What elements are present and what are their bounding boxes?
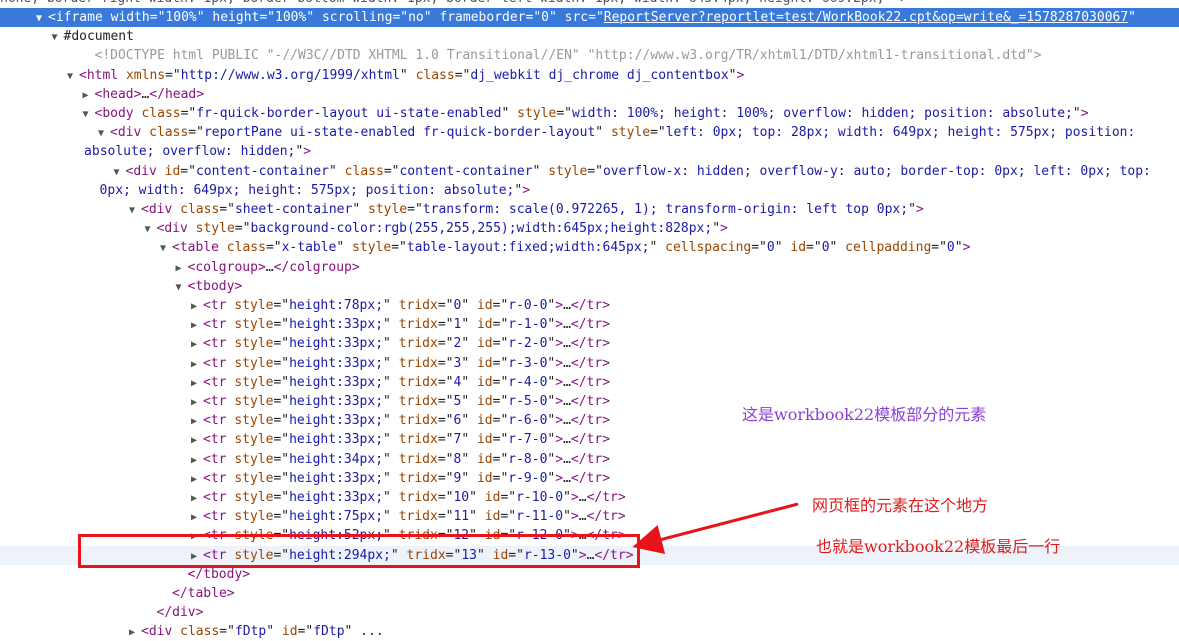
dom-node-line[interactable]: ▶ <tr style="height:33px;" tridx="9" id="… <box>0 469 1179 488</box>
dom-node-markup: <div class="fDtp" id="fDtp" ... <box>141 624 384 640</box>
dom-node-markup: <iframe width="100%" height="100%" scrol… <box>48 10 1136 25</box>
collapse-triangle-icon[interactable]: ▶ <box>191 374 203 392</box>
collapse-triangle-icon[interactable]: ▶ <box>191 412 203 430</box>
top-clipped-line: none; border-right-width: 1px; border-bo… <box>0 0 1179 8</box>
dom-node-markup: <div id="content-container" class="conte… <box>125 163 1151 179</box>
dom-node-markup: </div> <box>156 605 204 621</box>
annotation-last-row: 也就是workbook22模板最后一行 <box>816 537 1061 556</box>
dom-node-line[interactable]: ▼ <div style="background-color:rgb(255,25… <box>0 219 1179 238</box>
annotation-workbook-elements: 这是workbook22模板部分的元素 <box>742 405 987 424</box>
highlight-box-last-row <box>78 534 640 568</box>
dom-node-line[interactable]: </div> <box>0 603 1179 622</box>
dom-node-markup: <tr style="height:33px;" tridx="2" id="r… <box>203 336 611 352</box>
dom-node-markup: <tr style="height:34px;" tridx="8" id="r… <box>203 451 611 467</box>
dom-node-markup: <tr style="height:33px;" tridx="4" id="r… <box>203 374 611 390</box>
dom-node-markup: <tr style="height:75px;" tridx="11" id="… <box>203 509 626 525</box>
dom-node-markup: #document <box>63 29 134 45</box>
dom-node-line[interactable]: ▶ <tr style="height:33px;" tridx="7" id="… <box>0 430 1179 449</box>
dom-node-line[interactable]: ▶ <tr style="height:33px;" tridx="1" id="… <box>0 315 1179 334</box>
expand-triangle-icon[interactable]: ▼ <box>52 28 64 46</box>
dom-node-markup: <head>…</head> <box>94 86 205 102</box>
dom-node-line[interactable]: ▼ <div id="content-container" class="cont… <box>0 162 1179 181</box>
dom-node-line[interactable]: ▼ #document <box>0 27 1179 46</box>
dom-node-line[interactable]: ▶ <tr style="height:75px;" tridx="11" id=… <box>0 507 1179 526</box>
dom-node-markup: <tr style="height:33px;" tridx="9" id="r… <box>203 470 611 486</box>
collapse-triangle-icon[interactable]: ▶ <box>191 335 203 353</box>
dom-node-line[interactable]: 0px; width: 649px; height: 575px; positi… <box>0 181 1179 200</box>
expand-triangle-icon[interactable]: ▼ <box>114 163 126 181</box>
dom-node-markup: <tr style="height:33px;" tridx="1" id="r… <box>203 317 611 333</box>
dom-node-line[interactable]: </table> <box>0 584 1179 603</box>
dom-node-line[interactable]: ▼ <table class="x-table" style="table-lay… <box>0 238 1179 257</box>
dom-node-markup: </table> <box>172 586 235 601</box>
expand-triangle-icon[interactable]: ▼ <box>83 105 95 123</box>
dom-node-markup: <div style="background-color:rgb(255,255… <box>156 221 728 237</box>
collapse-triangle-icon[interactable]: ▶ <box>191 508 203 526</box>
dom-node-markup: 0px; width: 649px; height: 575px; positi… <box>99 182 531 198</box>
dom-node-markup: <html xmlns="http://www.w3.org/1999/xhtm… <box>79 67 745 83</box>
expand-triangle-icon[interactable]: ▼ <box>145 220 157 238</box>
collapse-triangle-icon[interactable]: ▶ <box>191 431 203 449</box>
dom-node-markup: <tr style="height:33px;" tridx="7" id="r… <box>203 432 611 448</box>
dom-node-line[interactable]: ▼ <body class="fr-quick-border-layout ui-… <box>0 104 1179 123</box>
dom-node-markup: <tr style="height:33px;" tridx="5" id="r… <box>203 394 611 409</box>
dom-node-markup: <body class="fr-quick-border-layout ui-s… <box>94 106 1089 121</box>
dom-node-line[interactable]: ▶ <div class="fDtp" id="fDtp" ... <box>0 622 1179 641</box>
dom-node-line[interactable]: ▼ <html xmlns="http://www.w3.org/1999/xht… <box>0 66 1179 85</box>
expand-triangle-icon[interactable]: ▼ <box>98 124 110 142</box>
expand-triangle-icon[interactable]: ▼ <box>176 278 188 296</box>
dom-node-markup: absolute; overflow: hidden;"> <box>84 144 312 160</box>
dom-node-markup: <div class="sheet-container" style="tran… <box>141 202 924 217</box>
collapse-triangle-icon[interactable]: ▶ <box>191 316 203 334</box>
dom-node-line[interactable]: ▶ <tr style="height:78px;" tridx="0" id="… <box>0 296 1179 315</box>
dom-node-line[interactable]: ▼ <div class="reportPane ui-state-enabled… <box>0 123 1179 142</box>
collapse-triangle-icon[interactable]: ▶ <box>191 489 203 507</box>
dom-node-line[interactable]: ▼ <div class="sheet-container" style="tra… <box>0 200 1179 219</box>
dom-node-markup: <div class="reportPane ui-state-enabled … <box>110 125 1136 141</box>
dom-node-line[interactable]: absolute; overflow: hidden;"> <box>0 142 1179 161</box>
dom-node-line[interactable]: ▶ <tr style="height:33px;" tridx="10" id=… <box>0 488 1179 507</box>
dom-node-markup: </tbody> <box>187 566 251 582</box>
expand-triangle-icon[interactable]: ▼ <box>67 67 79 85</box>
expand-triangle-icon[interactable]: ▼ <box>160 239 172 257</box>
dom-node-line[interactable]: <!DOCTYPE html PUBLIC "-//W3C//DTD XHTML… <box>0 46 1179 65</box>
dom-node-line[interactable]: ▶ <tr style="height:33px;" tridx="5" id="… <box>0 392 1179 411</box>
dom-node-line[interactable]: ▶ <tr style="height:33px;" tridx="4" id="… <box>0 373 1179 392</box>
collapse-triangle-icon[interactable]: ▶ <box>83 86 95 104</box>
dom-node-line[interactable]: ▶ <colgroup>…</colgroup> <box>0 258 1179 277</box>
collapse-triangle-icon[interactable]: ▶ <box>191 451 203 469</box>
red-arrow-icon <box>632 502 799 554</box>
dom-node-line[interactable]: ▶ <tr style="height:34px;" tridx="8" id="… <box>0 450 1179 469</box>
expand-triangle-icon[interactable]: ▼ <box>36 9 48 27</box>
collapse-triangle-icon[interactable]: ▶ <box>129 623 141 641</box>
dom-node-line[interactable]: ▶ <tr style="height:33px;" tridx="6" id="… <box>0 411 1179 430</box>
dom-node-markup: <tbody> <box>187 278 243 294</box>
collapse-triangle-icon[interactable]: ▶ <box>191 355 203 373</box>
collapse-triangle-icon[interactable]: ▶ <box>191 393 203 411</box>
dom-node-markup: <tr style="height:78px;" tridx="0" id="r… <box>203 298 611 313</box>
dom-node-line[interactable]: ▼ <iframe width="100%" height="100%" scro… <box>0 8 1179 27</box>
collapse-triangle-icon[interactable]: ▶ <box>191 297 203 315</box>
dom-node-markup: <!DOCTYPE html PUBLIC "-//W3C//DTD XHTML… <box>94 48 1042 64</box>
expand-triangle-icon[interactable]: ▼ <box>129 201 141 219</box>
dom-node-markup: <tr style="height:33px;" tridx="10" id="… <box>203 490 626 505</box>
collapse-triangle-icon[interactable]: ▶ <box>176 259 188 277</box>
dom-node-markup: <colgroup>…</colgroup> <box>187 259 360 275</box>
dom-node-line[interactable]: ▼ <tbody> <box>0 277 1179 296</box>
annotation-iframe-location: 网页框的元素在这个地方 <box>812 496 989 515</box>
dom-node-line[interactable]: ▶ <tr style="height:33px;" tridx="3" id="… <box>0 354 1179 373</box>
collapse-triangle-icon[interactable]: ▶ <box>191 470 203 488</box>
dom-node-markup: <table class="x-table" style="table-layo… <box>172 240 971 256</box>
dom-node-markup: <tr style="height:33px;" tridx="6" id="r… <box>203 413 611 429</box>
dom-node-line[interactable]: ▶ <head>…</head> <box>0 85 1179 104</box>
dom-node-markup: <tr style="height:33px;" tridx="3" id="r… <box>203 355 611 371</box>
dom-node-line[interactable]: ▶ <tr style="height:33px;" tridx="2" id="… <box>0 334 1179 353</box>
